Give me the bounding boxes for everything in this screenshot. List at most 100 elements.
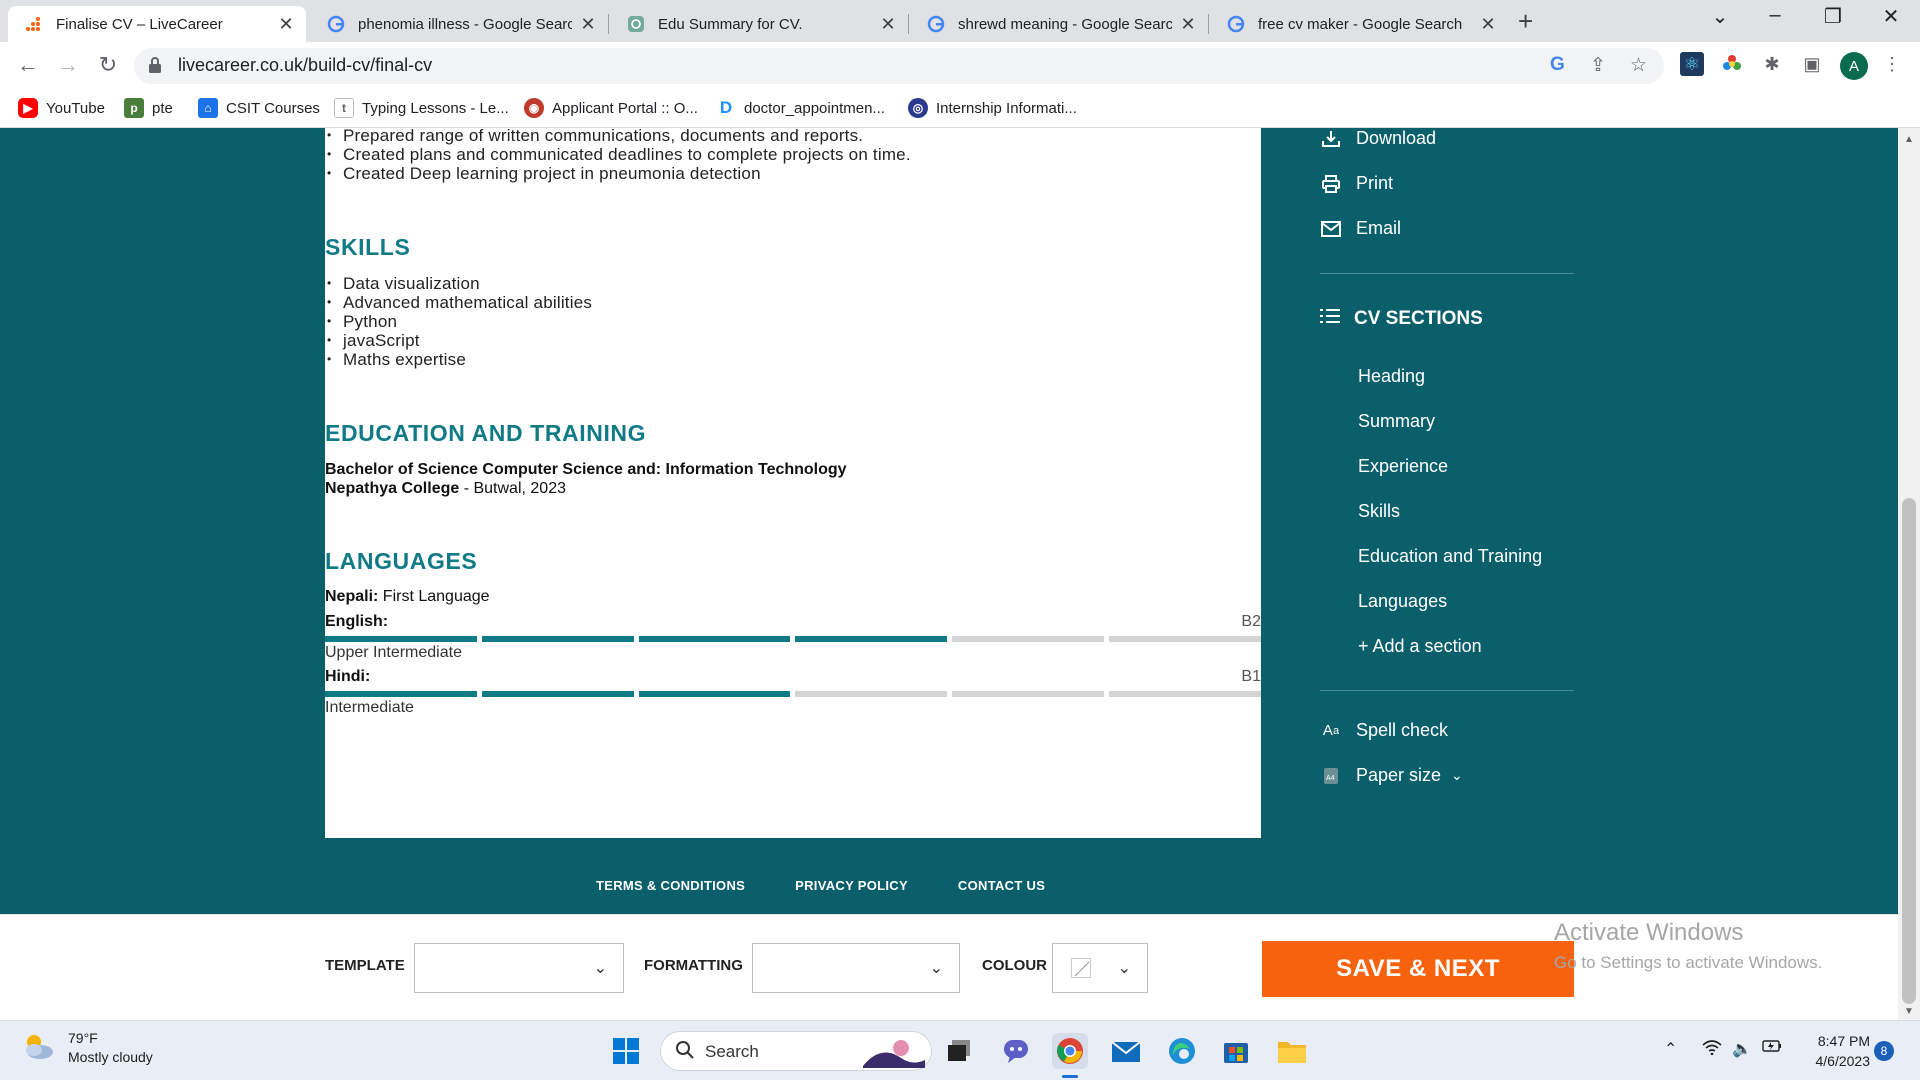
cv-document: Prepared range of written communications… xyxy=(325,128,1261,838)
forward-icon[interactable]: → xyxy=(54,52,82,78)
temperature: 79°F xyxy=(68,1030,98,1046)
system-clock[interactable]: 8:47 PM 4/6/2023 xyxy=(1796,1031,1871,1071)
color-picker-icon[interactable] xyxy=(1720,52,1744,76)
pte-icon: p xyxy=(124,98,144,118)
bookmark-youtube[interactable]: ▶ YouTube xyxy=(18,98,105,118)
side-panel-icon[interactable]: ▣ xyxy=(1800,52,1824,76)
tab-close-icon[interactable]: ✕ xyxy=(1178,14,1198,35)
print-label: Print xyxy=(1356,173,1394,193)
weather-widget[interactable]: 79°F Mostly cloudy xyxy=(20,1029,153,1067)
google-lens-icon[interactable]: G xyxy=(1550,54,1565,76)
save-next-button[interactable]: SAVE & NEXT xyxy=(1262,941,1574,997)
bookmark-applicant-portal[interactable]: ◉ Applicant Portal :: O... xyxy=(524,98,698,118)
page-scrollbar[interactable]: ▲ ▼ xyxy=(1898,128,1920,1020)
section-link-education[interactable]: Education and Training xyxy=(1358,546,1542,567)
add-section-button[interactable]: + Add a section xyxy=(1358,636,1482,657)
section-link-summary[interactable]: Summary xyxy=(1358,411,1435,432)
proficiency-segment xyxy=(952,691,1105,697)
section-link-languages[interactable]: Languages xyxy=(1358,591,1447,612)
email-icon xyxy=(1320,220,1342,237)
colour-select[interactable]: ⌄ xyxy=(1052,943,1148,993)
task-view-icon[interactable] xyxy=(942,1033,978,1069)
colour-swatch-icon xyxy=(1071,958,1091,978)
tab-finalise-cv[interactable]: Finalise CV – LiveCareer ✕ xyxy=(8,6,306,42)
section-link-skills[interactable]: Skills xyxy=(1358,501,1400,522)
svg-text:A4: A4 xyxy=(1326,775,1335,782)
email-button[interactable]: Email xyxy=(1320,218,1401,239)
address-bar[interactable]: livecareer.co.uk/build-cv/final-cv G ⇪ ☆ xyxy=(134,48,1664,84)
tab-free-cv-search[interactable]: free cv maker - Google Search ✕ xyxy=(1210,6,1508,42)
section-link-experience[interactable]: Experience xyxy=(1358,456,1448,477)
bookmark-star-icon[interactable]: ☆ xyxy=(1630,54,1647,77)
wifi-icon[interactable] xyxy=(1702,1039,1722,1060)
divider xyxy=(1320,273,1574,274)
bookmark-internship[interactable]: ◎ Internship Informati... xyxy=(908,98,1077,118)
bookmark-label: CSIT Courses xyxy=(226,99,320,117)
tab-close-icon[interactable]: ✕ xyxy=(276,14,296,35)
google-icon xyxy=(926,14,946,34)
tab-close-icon[interactable]: ✕ xyxy=(578,14,598,35)
native-language: Nepali: First Language xyxy=(325,588,1261,606)
portal-icon: ◉ xyxy=(524,98,544,118)
taskbar-search[interactable]: Search xyxy=(660,1031,932,1071)
email-label: Email xyxy=(1356,218,1402,238)
language-name: English: xyxy=(325,613,389,630)
close-window-icon[interactable]: ✕ xyxy=(1871,4,1911,29)
react-devtools-icon[interactable]: ⚛ xyxy=(1680,52,1704,76)
template-select[interactable]: ⌄ xyxy=(414,943,624,993)
chevron-down-icon: ⌄ xyxy=(593,960,607,977)
tab-edu-summary[interactable]: Edu Summary for CV. ✕ xyxy=(610,6,908,42)
restore-icon[interactable]: ❐ xyxy=(1813,4,1853,29)
list-item: Created Deep learning project in pneumon… xyxy=(325,164,911,183)
profile-avatar[interactable]: A xyxy=(1840,52,1868,80)
bookmark-csit[interactable]: ⌂ CSIT Courses xyxy=(198,98,320,118)
download-button[interactable]: Download xyxy=(1320,128,1436,149)
chrome-icon[interactable] xyxy=(1052,1033,1088,1069)
proficiency-segment xyxy=(481,691,634,697)
contact-link[interactable]: CONTACT US xyxy=(958,878,1045,893)
windows-start-icon[interactable] xyxy=(608,1033,644,1069)
extensions-icon[interactable]: ✱ xyxy=(1760,52,1784,76)
teams-chat-icon[interactable] xyxy=(998,1033,1034,1069)
scrollbar-thumb[interactable] xyxy=(1902,498,1916,1004)
activate-windows-watermark: Activate Windows Go to Settings to activ… xyxy=(1554,919,1822,973)
back-icon[interactable]: ← xyxy=(14,52,42,78)
file-explorer-icon[interactable] xyxy=(1274,1033,1310,1069)
print-button[interactable]: Print xyxy=(1320,173,1393,194)
menu-kebab-icon[interactable]: ⋮ xyxy=(1880,52,1904,76)
list-item: javaScript xyxy=(325,331,592,350)
chevron-down-icon: ⌄ xyxy=(1451,767,1463,783)
tab-shrewd-search[interactable]: shrewd meaning - Google Search ✕ xyxy=(910,6,1208,42)
share-icon[interactable]: ⇪ xyxy=(1590,54,1606,77)
notification-badge[interactable]: 8 xyxy=(1874,1041,1894,1061)
chevron-down-icon: ⌄ xyxy=(1117,960,1131,977)
volume-icon[interactable]: 🔈 xyxy=(1732,1039,1752,1059)
microsoft-store-icon[interactable] xyxy=(1218,1033,1254,1069)
terms-link[interactable]: TERMS & CONDITIONS xyxy=(596,878,745,893)
formatting-select[interactable]: ⌄ xyxy=(752,943,960,993)
tab-close-icon[interactable]: ✕ xyxy=(1478,14,1498,35)
edge-icon[interactable] xyxy=(1164,1033,1200,1069)
search-placeholder: Search xyxy=(705,1042,759,1061)
weather-condition: Mostly cloudy xyxy=(68,1049,153,1065)
bookmark-pte[interactable]: p pte xyxy=(124,98,173,118)
tab-phenomia-search[interactable]: phenomia illness - Google Search ✕ xyxy=(310,6,608,42)
show-hidden-icons[interactable]: ⌃ xyxy=(1664,1039,1677,1059)
spell-check-button[interactable]: Aa Spell check xyxy=(1320,720,1448,741)
scroll-up-icon[interactable]: ▲ xyxy=(1904,134,1914,145)
bookmark-typing[interactable]: t Typing Lessons - Le... xyxy=(334,98,509,118)
privacy-link[interactable]: PRIVACY POLICY xyxy=(795,878,908,893)
tab-search-icon[interactable]: ⌄ xyxy=(1700,4,1740,29)
battery-icon[interactable] xyxy=(1762,1039,1782,1058)
mail-icon[interactable] xyxy=(1108,1033,1144,1069)
new-tab-button[interactable]: + xyxy=(1518,6,1533,37)
section-link-heading[interactable]: Heading xyxy=(1358,366,1425,387)
paper-size-button[interactable]: A4 Paper size ⌄ xyxy=(1320,765,1463,786)
reload-icon[interactable]: ↻ xyxy=(94,52,122,78)
minimize-icon[interactable]: – xyxy=(1755,4,1795,27)
typing-icon: t xyxy=(334,98,354,118)
bookmark-doctor[interactable]: D doctor_appointmen... xyxy=(716,98,885,118)
bookmark-label: Applicant Portal :: O... xyxy=(552,99,698,117)
scroll-down-icon[interactable]: ▼ xyxy=(1904,1006,1914,1017)
tab-close-icon[interactable]: ✕ xyxy=(878,14,898,35)
